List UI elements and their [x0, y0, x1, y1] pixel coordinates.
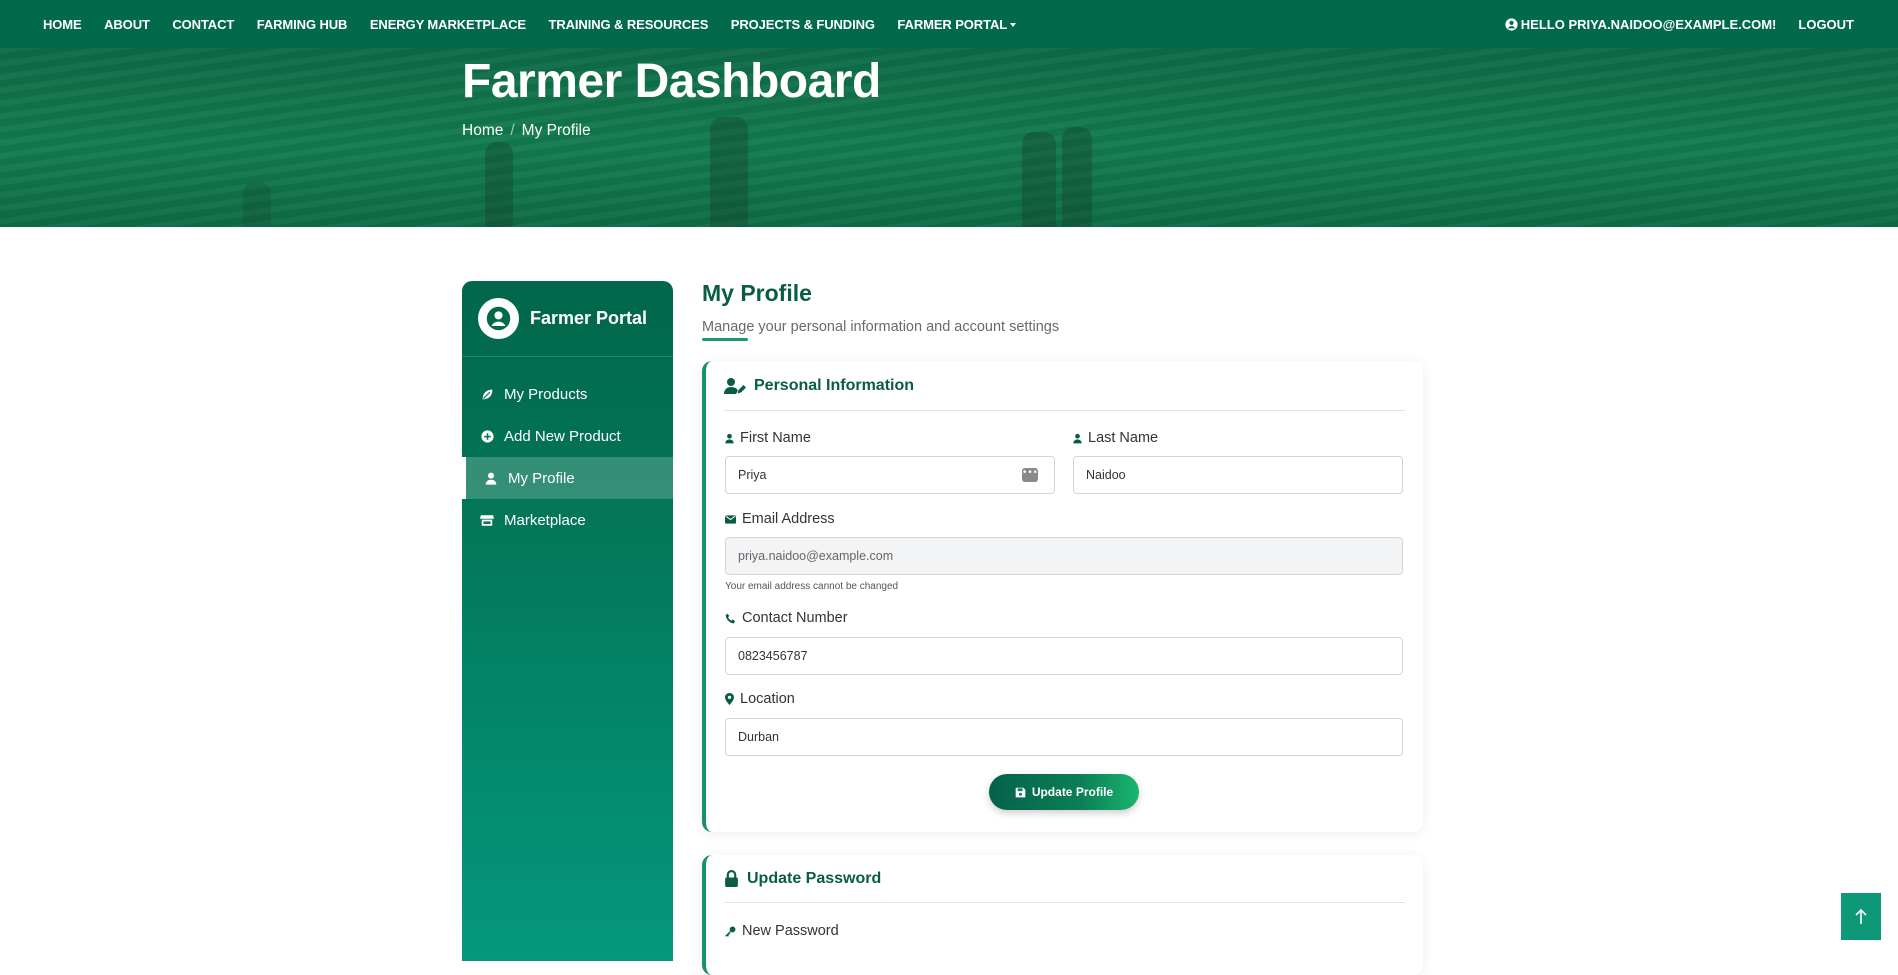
- nav-home[interactable]: HOME: [43, 17, 82, 32]
- sidebar-header: Farmer Portal: [462, 281, 673, 357]
- sidebar-menu: My Products Add New Product My Profile M…: [462, 357, 673, 541]
- sidebar-item-my-products[interactable]: My Products: [462, 373, 673, 415]
- user-circle-icon: [1505, 17, 1518, 31]
- new-password-label: New Password: [725, 923, 839, 939]
- last-name-field[interactable]: Naidoo: [1073, 456, 1403, 494]
- arrow-up-icon: [1855, 908, 1867, 924]
- update-password-card: Update Password New Password: [702, 855, 1423, 975]
- section-title: My Profile: [702, 280, 812, 306]
- card-title: Update Password: [747, 869, 882, 887]
- email-label-text: Email Address: [742, 511, 835, 527]
- update-profile-button[interactable]: Update Profile: [989, 774, 1139, 810]
- breadcrumb-home[interactable]: Home: [462, 122, 503, 140]
- location-label: Location: [725, 691, 795, 707]
- back-to-top-button[interactable]: [1841, 893, 1881, 940]
- sidebar-item-label: My Profile: [508, 469, 575, 487]
- card-title: Personal Information: [754, 376, 915, 394]
- first-name-label: First Name: [725, 430, 811, 446]
- key-icon: [725, 926, 736, 937]
- user-icon: [725, 433, 734, 443]
- autofill-icon: •••: [1022, 468, 1038, 482]
- sidebar-item-marketplace[interactable]: Marketplace: [462, 499, 673, 541]
- new-password-label-text: New Password: [742, 923, 839, 939]
- save-icon: [1015, 787, 1026, 797]
- plus-circle-icon: [480, 429, 494, 443]
- first-name-label-text: First Name: [740, 430, 811, 446]
- nav-contact[interactable]: CONTACT: [172, 17, 234, 32]
- last-name-label-text: Last Name: [1088, 430, 1159, 446]
- last-name-label: Last Name: [1073, 430, 1158, 446]
- user-icon: [484, 471, 498, 485]
- nav-training-resources[interactable]: TRAINING & RESOURCES: [549, 17, 709, 32]
- contact-number-label: Contact Number: [725, 610, 848, 626]
- sidebar-item-label: Add New Product: [504, 427, 621, 445]
- nav-about[interactable]: ABOUT: [104, 17, 150, 32]
- nav-user-area: HELLO PRIYA.NAIDOO@EXAMPLE.COM! LOGOUT: [1505, 0, 1854, 48]
- sidebar-item-label: Marketplace: [504, 511, 586, 529]
- contact-number-field[interactable]: 0823456787: [725, 637, 1403, 675]
- nav-farmer-portal-label: FARMER PORTAL: [897, 16, 1008, 32]
- card-header: Personal Information: [724, 361, 1405, 411]
- page-title: Farmer Dashboard: [462, 55, 881, 108]
- nav-projects-funding[interactable]: PROJECTS & FUNDING: [731, 17, 875, 32]
- leaf-icon: [480, 387, 494, 401]
- avatar: [478, 298, 519, 339]
- card-header: Update Password: [724, 855, 1405, 903]
- sidebar-title: Farmer Portal: [530, 308, 648, 328]
- sidebar-item-my-profile[interactable]: My Profile: [462, 457, 673, 499]
- first-name-field[interactable]: Priya •••: [725, 456, 1055, 494]
- envelope-icon: [725, 514, 736, 524]
- sidebar: Farmer Portal My Products Add New Produc…: [462, 281, 673, 961]
- hero-background-figure: [1062, 127, 1092, 227]
- location-field[interactable]: Durban: [725, 718, 1403, 756]
- contact-number-value: 0823456787: [738, 649, 808, 663]
- lock-icon: [725, 870, 738, 887]
- breadcrumb-separator: /: [510, 122, 515, 139]
- store-icon: [480, 513, 494, 527]
- location-label-text: Location: [740, 691, 795, 707]
- user-circle-icon: [486, 306, 511, 331]
- location-value: Durban: [738, 730, 779, 744]
- section-subtitle: Manage your personal information and acc…: [702, 319, 1060, 335]
- user-icon: [1073, 433, 1082, 443]
- nav-farmer-portal-dropdown[interactable]: FARMER PORTAL: [897, 16, 1017, 32]
- sidebar-item-label: My Products: [504, 385, 588, 403]
- email-value: priya.naidoo@example.com: [738, 549, 894, 563]
- user-greeting-text: HELLO PRIYA.NAIDOO@EXAMPLE.COM!: [1520, 16, 1777, 32]
- hero-banner: Farmer Dashboard Home / My Profile: [0, 48, 1898, 227]
- first-name-value: Priya: [738, 468, 767, 482]
- hero-background-figure: [1022, 132, 1056, 227]
- phone-icon: [725, 613, 736, 623]
- hero-background-texture: [0, 48, 1898, 227]
- logout-link[interactable]: LOGOUT: [1798, 17, 1854, 32]
- nav-energy-marketplace[interactable]: ENERGY MARKETPLACE: [370, 17, 526, 32]
- hero-background-figure: [710, 117, 748, 227]
- title-underline: [702, 338, 748, 341]
- update-profile-label: Update Profile: [1031, 785, 1114, 799]
- contact-number-label-text: Contact Number: [742, 610, 848, 626]
- breadcrumb: Home / My Profile: [462, 122, 591, 140]
- hero-background-figure: [243, 182, 271, 227]
- map-marker-icon: [725, 693, 734, 705]
- last-name-value: Naidoo: [1086, 468, 1126, 482]
- breadcrumb-current: My Profile: [521, 122, 591, 139]
- sidebar-item-add-new-product[interactable]: Add New Product: [462, 415, 673, 457]
- hero-background-figure: [485, 142, 513, 227]
- top-navbar: HOME ABOUT CONTACT FARMING HUB ENERGY MA…: [0, 0, 1898, 48]
- email-field: priya.naidoo@example.com: [725, 537, 1403, 575]
- user-edit-icon: [724, 377, 746, 394]
- email-help-text: Your email address cannot be changed: [725, 581, 899, 592]
- nav-farming-hub[interactable]: FARMING HUB: [257, 17, 348, 32]
- caret-down-icon: [1010, 23, 1017, 28]
- email-label: Email Address: [725, 511, 835, 527]
- nav-links: HOME ABOUT CONTACT FARMING HUB ENERGY MA…: [43, 17, 1039, 32]
- user-greeting[interactable]: HELLO PRIYA.NAIDOO@EXAMPLE.COM!: [1505, 16, 1777, 32]
- personal-information-card: Personal Information First Name Priya ••…: [702, 361, 1423, 832]
